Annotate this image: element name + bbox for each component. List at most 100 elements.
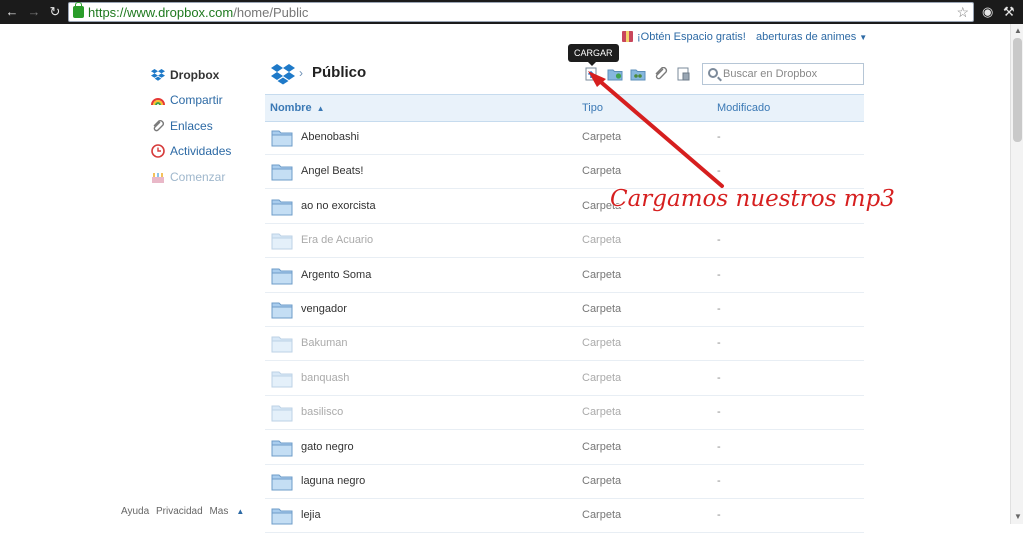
- sidebar-item-label: Comenzar: [170, 170, 226, 184]
- footer-link-more[interactable]: Mas: [209, 506, 228, 517]
- file-type: Carpeta: [582, 406, 622, 419]
- file-name[interactable]: Angel Beats!: [301, 165, 363, 177]
- caret-up-icon[interactable]: ▲: [236, 507, 244, 516]
- file-name[interactable]: vengador: [301, 303, 347, 315]
- address-bar[interactable]: https://www.dropbox.com/home/Public ☆: [68, 2, 974, 22]
- column-header-type[interactable]: Tipo: [582, 102, 603, 114]
- file-modified: -: [717, 234, 721, 247]
- folder-icon: [271, 405, 293, 422]
- new-folder-icon[interactable]: [607, 67, 623, 81]
- table-row[interactable]: basilisco Carpeta -: [265, 396, 864, 431]
- scroll-down-icon[interactable]: ▼: [1014, 512, 1022, 521]
- file-modified: -: [717, 268, 721, 281]
- table-row[interactable]: vengador Carpeta -: [265, 293, 864, 327]
- table-row[interactable]: Abenobashi Carpeta -: [265, 121, 864, 155]
- folder-icon: [271, 440, 293, 457]
- file-name[interactable]: gato negro: [301, 441, 354, 453]
- file-type: Carpeta: [582, 234, 622, 247]
- file-modified: -: [717, 509, 721, 522]
- file-name[interactable]: Argento Soma: [301, 269, 371, 281]
- sort-ascending-icon: ▲: [316, 104, 325, 113]
- caret-down-icon: ▼: [859, 33, 868, 42]
- browser-toolbar: ← → ↻ https://www.dropbox.com/home/Publi…: [0, 0, 1023, 24]
- folder-icon: [271, 474, 293, 491]
- deleted-files-icon[interactable]: [676, 67, 692, 81]
- search-input[interactable]: Buscar en Dropbox: [723, 68, 817, 80]
- footer-link-help[interactable]: Ayuda: [121, 506, 149, 517]
- file-modified: -: [717, 303, 721, 315]
- sidebar-item-label: Compartir: [170, 93, 223, 107]
- table-row[interactable]: Argento Soma Carpeta -: [265, 259, 864, 293]
- column-header-modified[interactable]: Modificado: [717, 102, 770, 114]
- upload-icon[interactable]: [584, 67, 600, 81]
- cake-icon: [152, 173, 164, 183]
- file-type: Carpeta: [582, 440, 622, 453]
- annotation-text: Cargamos nuestros mp3: [610, 186, 895, 212]
- search-box[interactable]: Buscar en Dropbox: [702, 63, 864, 85]
- file-type: Carpeta: [582, 303, 622, 315]
- file-name[interactable]: Era de Acuario: [301, 234, 373, 246]
- file-type: Carpeta: [582, 509, 622, 522]
- sidebar-item-label: Enlaces: [170, 119, 213, 133]
- shared-folder-icon[interactable]: [630, 67, 646, 81]
- folder-icon: [271, 268, 293, 285]
- table-header: Nombre ▲ Tipo Modificado: [265, 94, 864, 122]
- link-icon[interactable]: [653, 67, 669, 81]
- file-type: Carpeta: [582, 337, 622, 350]
- file-type: Carpeta: [582, 268, 622, 281]
- file-modified: -: [717, 337, 721, 350]
- table-row[interactable]: laguna negro Carpeta -: [265, 465, 864, 499]
- folder-icon: [271, 336, 293, 353]
- reload-icon[interactable]: ↻: [47, 4, 63, 20]
- file-type: Carpeta: [582, 131, 622, 143]
- file-name[interactable]: basilisco: [301, 406, 343, 418]
- file-name[interactable]: banquash: [301, 372, 349, 384]
- breadcrumb-chevron-icon: ›: [299, 66, 303, 80]
- folder-icon: [271, 164, 293, 181]
- file-modified: -: [717, 165, 721, 178]
- file-name[interactable]: Abenobashi: [301, 131, 359, 143]
- sidebar-item-label: Actividades: [170, 144, 232, 158]
- file-name[interactable]: ao no exorcista: [301, 200, 376, 212]
- vertical-scrollbar[interactable]: ▲ ▼: [1010, 24, 1023, 524]
- footer-links: Ayuda Privacidad Mas ▲: [121, 506, 248, 517]
- wrench-icon[interactable]: ⚒: [1003, 4, 1015, 20]
- folder-icon: [271, 130, 293, 147]
- file-name[interactable]: lejia: [301, 509, 321, 521]
- account-name: aberturas de animes: [756, 31, 857, 43]
- scroll-thumb[interactable]: [1013, 38, 1022, 142]
- table-row[interactable]: Era de Acuario Carpeta -: [265, 224, 864, 259]
- file-modified: -: [717, 440, 721, 453]
- free-space-link[interactable]: ¡Obtén Espacio gratis!: [637, 31, 746, 43]
- folder-icon: [271, 508, 293, 525]
- account-menu[interactable]: aberturas de animes ▼: [756, 31, 867, 43]
- folder-icon: [271, 371, 293, 388]
- column-header-name[interactable]: Nombre ▲: [270, 102, 324, 114]
- rainbow-icon: [151, 98, 165, 106]
- file-modified: -: [717, 371, 721, 384]
- file-modified: -: [717, 131, 721, 143]
- file-type: Carpeta: [582, 165, 622, 178]
- table-row[interactable]: Bakuman Carpeta -: [265, 327, 864, 362]
- back-icon[interactable]: ←: [4, 4, 20, 20]
- scroll-up-icon[interactable]: ▲: [1014, 26, 1022, 35]
- dropbox-logo-icon: [271, 64, 295, 85]
- file-name[interactable]: Bakuman: [301, 337, 347, 349]
- bookmark-star-icon[interactable]: ☆: [956, 4, 969, 20]
- file-type: Carpeta: [582, 475, 622, 487]
- footer-link-privacy[interactable]: Privacidad: [156, 506, 203, 517]
- lock-icon: [73, 2, 84, 18]
- folder-icon: [271, 233, 293, 250]
- forward-icon[interactable]: →: [26, 4, 42, 20]
- eye-icon[interactable]: ◉: [982, 4, 993, 20]
- url-text: https://www.dropbox.com/home/Public: [88, 5, 309, 20]
- table-row[interactable]: Angel Beats! Carpeta -: [265, 155, 864, 190]
- folder-icon: [271, 199, 293, 216]
- table-row[interactable]: lejia Carpeta -: [265, 499, 864, 533]
- file-type: Carpeta: [582, 371, 622, 384]
- paperclip-icon: [153, 120, 164, 132]
- table-row[interactable]: banquash Carpeta -: [265, 362, 864, 396]
- file-modified: -: [717, 406, 721, 419]
- file-name[interactable]: laguna negro: [301, 475, 365, 487]
- table-row[interactable]: gato negro Carpeta -: [265, 431, 864, 465]
